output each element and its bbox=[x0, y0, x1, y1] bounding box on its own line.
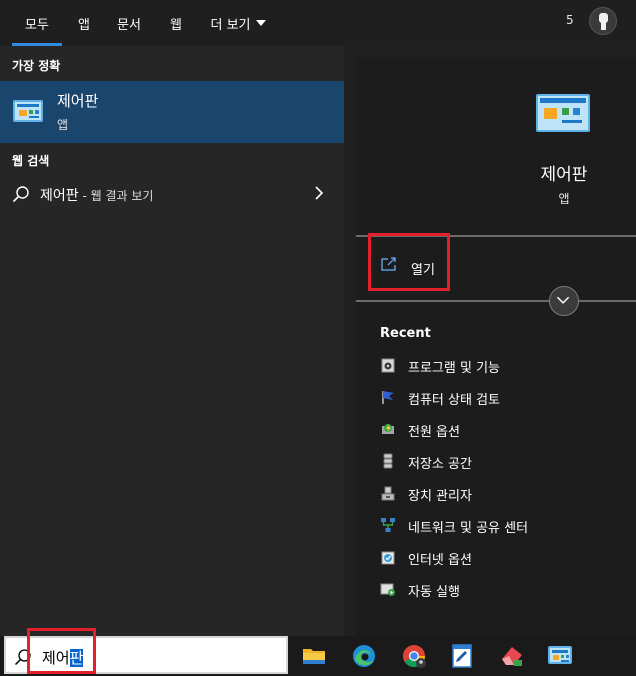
detail-subtitle: 앱 bbox=[558, 192, 570, 206]
control-panel-icon bbox=[13, 100, 43, 122]
recent-item-label: 장치 관리자 bbox=[408, 489, 472, 504]
recent-item-label: 자동 실행 bbox=[408, 585, 460, 600]
tab-documents-label: 문서 bbox=[117, 17, 141, 33]
power-options-icon bbox=[382, 424, 394, 434]
web-search-text: 제어판 - 웹 결과 보기 bbox=[40, 185, 153, 205]
open-icon bbox=[381, 257, 396, 271]
edge-icon[interactable] bbox=[350, 642, 378, 670]
web-search-suffix: - 웹 결과 보기 bbox=[78, 189, 154, 203]
best-match-type: 앱 bbox=[57, 118, 69, 132]
tab-more[interactable]: 더 보기 bbox=[204, 0, 272, 46]
recent-heading: Recent bbox=[380, 326, 431, 341]
chevron-down-icon bbox=[556, 296, 570, 304]
recent-item[interactable]: 전원 옵션 bbox=[380, 418, 620, 442]
web-search-term: 제어판 bbox=[40, 188, 79, 204]
recent-item-label: 프로그램 및 기능 bbox=[408, 361, 500, 376]
best-match-title: 제어판 bbox=[57, 92, 99, 110]
tab-more-label: 더 보기 bbox=[210, 17, 251, 33]
recent-item[interactable]: 저장소 공간 bbox=[380, 450, 620, 474]
recent-item[interactable]: 프로그램 및 기능 bbox=[380, 354, 620, 378]
web-search-heading: 웹 검색 bbox=[12, 154, 50, 168]
detail-title: 제어판 bbox=[540, 165, 588, 185]
file-explorer-icon[interactable] bbox=[300, 642, 328, 670]
search-tabs-bar: 모두 앱 문서 웹 더 보기 5 bbox=[0, 0, 636, 46]
recent-item-label: 네트워크 및 공유 센터 bbox=[408, 521, 529, 536]
open-label: 열기 bbox=[411, 263, 435, 278]
tab-apps[interactable]: 앱 bbox=[70, 0, 98, 46]
recent-item[interactable]: 컴퓨터 상태 검토 bbox=[380, 386, 620, 410]
tab-documents[interactable]: 문서 bbox=[110, 0, 148, 46]
device-manager-icon bbox=[381, 486, 395, 501]
programs-features-icon bbox=[381, 358, 395, 373]
network-center-icon bbox=[381, 518, 395, 532]
recent-item[interactable]: 장치 관리자 bbox=[380, 482, 620, 506]
autoplay-icon bbox=[380, 583, 395, 596]
search-highlight-box bbox=[27, 628, 96, 674]
tab-apps-label: 앱 bbox=[78, 17, 90, 33]
storage-spaces-icon bbox=[383, 453, 393, 469]
control-panel-large-icon bbox=[536, 94, 590, 132]
best-match-result[interactable]: 제어판 앱 bbox=[0, 81, 344, 143]
recent-item-label: 컴퓨터 상태 검토 bbox=[408, 393, 500, 408]
trophy-icon[interactable] bbox=[589, 7, 617, 35]
recent-item-label: 전원 옵션 bbox=[408, 425, 460, 440]
recent-item[interactable]: 인터넷 옵션 bbox=[380, 546, 620, 570]
rewards-count: 5 bbox=[566, 13, 574, 27]
recent-item-label: 인터넷 옵션 bbox=[408, 553, 472, 568]
internet-options-icon bbox=[381, 551, 395, 565]
recent-item-label: 저장소 공간 bbox=[408, 457, 472, 472]
chevron-down-icon bbox=[255, 20, 266, 26]
best-match-heading: 가장 정확 bbox=[12, 59, 61, 73]
tab-web-label: 웹 bbox=[170, 17, 182, 33]
tab-all-label: 모두 bbox=[25, 17, 49, 33]
divider bbox=[356, 300, 636, 302]
web-search-result[interactable]: 제어판 - 웹 결과 보기 bbox=[0, 176, 344, 212]
flag-icon bbox=[382, 391, 394, 404]
open-button[interactable]: 열기 bbox=[368, 233, 450, 291]
control-panel-icon[interactable] bbox=[548, 646, 572, 664]
search-icon bbox=[12, 186, 29, 203]
recent-item[interactable]: 네트워크 및 공유 센터 bbox=[380, 514, 620, 538]
chevron-right-icon bbox=[315, 186, 324, 200]
results-panel: 가장 정확 제어판 앱 웹 검색 제어판 - 웹 결과 보기 bbox=[0, 46, 344, 636]
expand-button[interactable] bbox=[549, 286, 579, 316]
chrome-icon[interactable] bbox=[400, 642, 428, 670]
notepad-icon[interactable] bbox=[448, 642, 476, 670]
detail-panel: 제어판 앱 열기 Recent 프로그램 및 기능 컴퓨터 상태 검토 전원 옵… bbox=[356, 57, 636, 636]
recent-item[interactable]: 자동 실행 bbox=[380, 578, 620, 602]
eraser-app-icon[interactable] bbox=[498, 642, 526, 670]
tab-web[interactable]: 웹 bbox=[162, 0, 190, 46]
tab-all[interactable]: 모두 bbox=[12, 0, 62, 46]
